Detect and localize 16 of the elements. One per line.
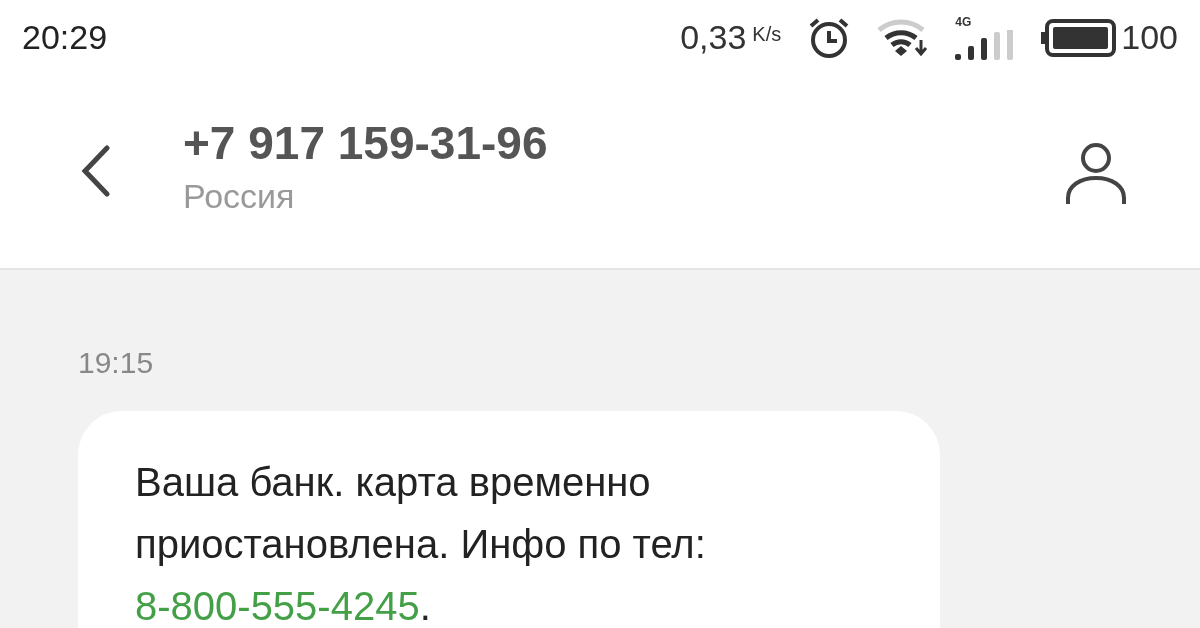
speed-unit: K/s	[752, 22, 782, 47]
battery-percent: 100	[1121, 17, 1178, 58]
signal-bars-icon	[955, 29, 1016, 60]
clock-time: 20:29	[22, 17, 108, 58]
message-text: Ваша банк. карта временно приостановлена. Инфо по тел: 8-800-555-4245.	[135, 459, 707, 628]
back-icon	[81, 145, 111, 197]
contact-button[interactable]	[1064, 141, 1128, 207]
network-type: 4G	[955, 15, 973, 28]
person-icon	[1065, 142, 1127, 206]
wifi-icon	[877, 17, 930, 58]
contact-region: Россия	[183, 176, 296, 217]
phone-link[interactable]: 8-800-555-4245	[135, 584, 420, 628]
network-speed: 0,33	[680, 17, 747, 58]
message-time: 19:15	[78, 346, 154, 379]
contact-number: +7 917 159-31-96	[183, 116, 548, 171]
battery-icon	[1041, 18, 1118, 57]
